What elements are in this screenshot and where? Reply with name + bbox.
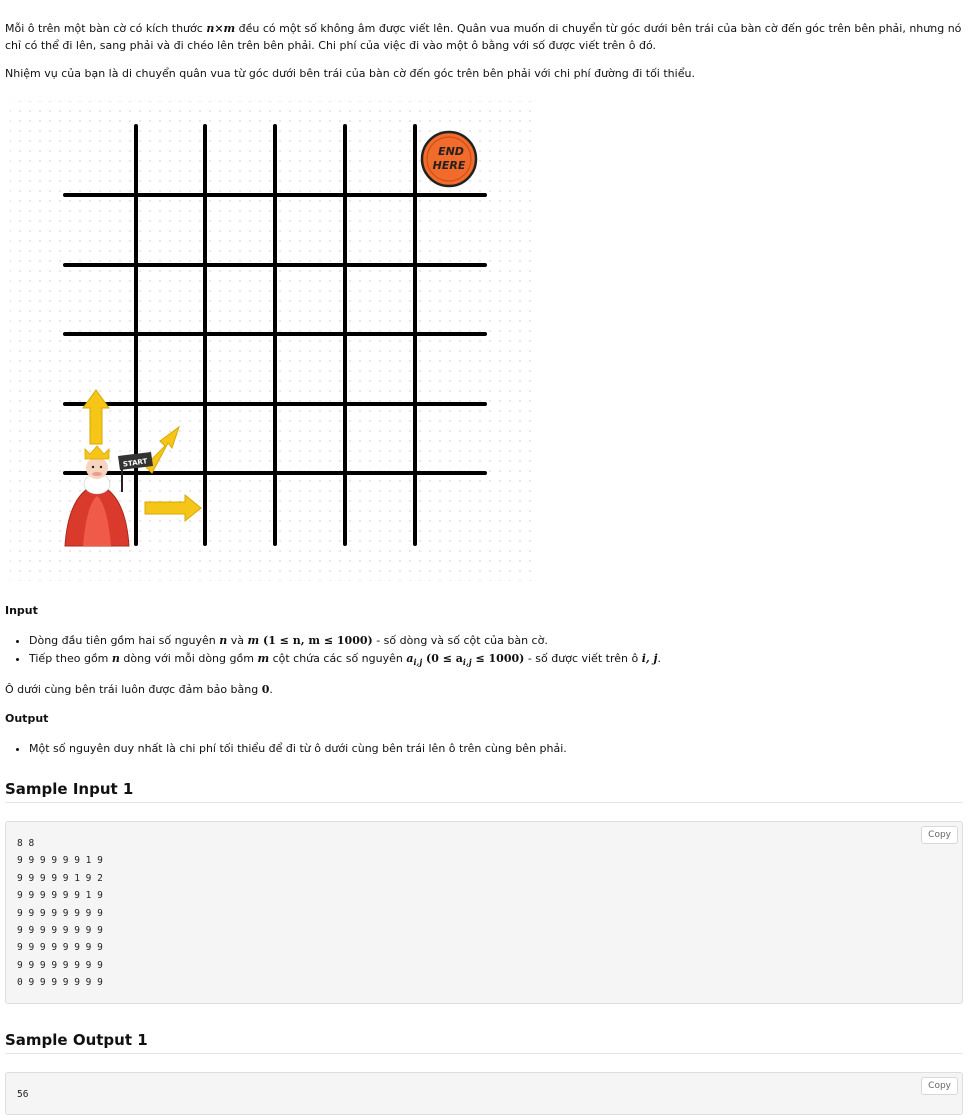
sample-input-block: 8 8 9 9 9 9 9 9 1 9 9 9 9 9 9 1 9 2 9 9 … [5, 821, 963, 1004]
math-m: m [247, 634, 260, 647]
king-board-illustration: END HERE START [5, 96, 540, 589]
output-heading: Output [5, 712, 49, 725]
sample-output-content[interactable]: 56 [6, 1073, 962, 1116]
list-text: Dòng đầu tiên gồm hai số nguyên [29, 634, 220, 647]
list-text: và [227, 634, 248, 647]
here-label: HERE [433, 159, 466, 172]
sample-input-heading: Sample Input 1 [5, 780, 963, 803]
math-subscript: i,j [413, 657, 423, 668]
list-text: dòng với mỗi dòng gồm [119, 652, 258, 665]
list-text: - số dòng và số cột của bàn cờ. [372, 634, 548, 647]
list-item: Một số nguyên duy nhất là chi phí tối th… [29, 740, 567, 758]
copy-button[interactable]: Copy [921, 826, 958, 844]
math-ij: i, j [641, 652, 658, 665]
math-constraint: (1 ≤ n, m ≤ 1000) [259, 634, 373, 647]
list-item: Tiếp theo gồm n dòng với mỗi dòng gồm m … [29, 650, 969, 671]
end-here-badge: END HERE [420, 130, 478, 188]
input-heading: Input [5, 604, 38, 617]
math-m: m [257, 652, 270, 665]
list-text: - số được viết trên ô [524, 652, 642, 665]
sample-output-block: 56 Copy [5, 1072, 963, 1115]
end-label: END [438, 145, 464, 158]
statement-text: Mỗi ô trên một bàn cờ có kích thước [5, 22, 207, 35]
list-text: Tiếp theo gồm [29, 652, 112, 665]
sample-output-heading: Sample Output 1 [5, 1031, 963, 1054]
math-times: × [214, 22, 224, 35]
list-text: cột chứa các số nguyên [269, 652, 407, 665]
output-list: Một số nguyên duy nhất là chi phí tối th… [5, 740, 567, 758]
sample-input-content[interactable]: 8 8 9 9 9 9 9 9 1 9 9 9 9 9 9 1 9 2 9 9 … [6, 822, 962, 1005]
math-m: m [223, 22, 236, 35]
copy-button[interactable]: Copy [921, 1077, 958, 1095]
math-n: n [111, 652, 120, 665]
math-a: a [406, 652, 414, 665]
math-constraint: ≤ 1000) [471, 652, 525, 665]
list-text: . [657, 652, 662, 665]
guarantee-paragraph: Ô dưới cùng bên trái luôn được đảm bảo b… [5, 681, 273, 698]
statement-paragraph-1: Mỗi ô trên một bàn cờ có kích thước n×m … [5, 20, 965, 54]
math-constraint: (0 ≤ a [422, 652, 463, 665]
list-item: Dòng đầu tiên gồm hai số nguyên n và m (… [29, 632, 969, 650]
input-list: Dòng đầu tiên gồm hai số nguyên n và m (… [5, 632, 969, 671]
guarantee-text: . [269, 683, 273, 696]
math-subscript: i,j [462, 657, 472, 668]
statement-paragraph-2: Nhiệm vụ của bạn là di chuyển quân vua t… [5, 67, 695, 80]
illustration-svg: END HERE START [10, 101, 535, 581]
guarantee-text: Ô dưới cùng bên trái luôn được đảm bảo b… [5, 683, 262, 696]
